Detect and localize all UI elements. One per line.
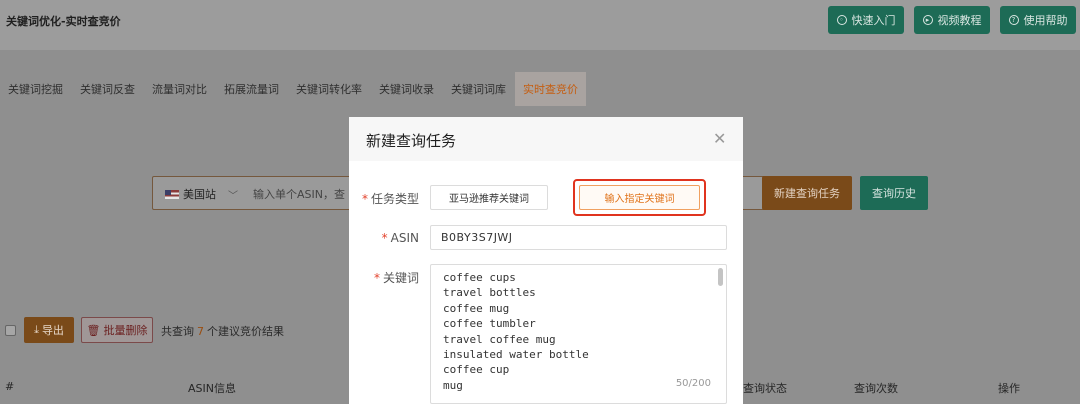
tab-traffic-compare[interactable]: 流量词对比 [152, 71, 207, 106]
circle-icon: ◦ [836, 15, 847, 25]
result-count: 7 [197, 325, 204, 338]
specified-keywords-button[interactable]: 输入指定关键词 [579, 185, 700, 210]
tab-bar: 关键词挖掘 关键词反查 流量词对比 拓展流量词 关键词转化率 关键词收录 关键词… [0, 71, 1080, 106]
required-mark: * [373, 271, 380, 285]
batch-delete-label: 批量删除 [103, 324, 148, 337]
modal-header: 新建查询任务 ✕ [349, 117, 743, 161]
keyword-line: coffee mug [443, 301, 510, 315]
batch-delete-button[interactable]: 🗑 批量删除 [81, 317, 153, 343]
textarea-scrollbar[interactable] [718, 268, 723, 286]
close-icon[interactable]: ✕ [713, 129, 726, 148]
keyword-line: coffee cups [443, 271, 516, 284]
keyword-line: coffee cup [443, 363, 510, 377]
asin-search-input[interactable]: 输入单个ASIN，查 [253, 186, 345, 202]
column-header-status: 查询状态 [743, 382, 787, 395]
required-mark: * [381, 231, 388, 245]
help-button[interactable]: ? 使用帮助 [1000, 6, 1076, 34]
us-flag-icon [165, 189, 179, 199]
play-icon: ▸ [922, 15, 933, 25]
help-icon: ? [1008, 15, 1019, 25]
help-label: 使用帮助 [1023, 14, 1068, 27]
export-button[interactable]: ⤓ 导出 [24, 317, 74, 343]
top-bar: 关键词优化-实时查竞价 ◦ 快速入门 ▸ 视频教程 ? 使用帮助 [0, 0, 1080, 50]
keyword-textarea[interactable]: coffee cups travel bottles coffee mug co… [430, 264, 727, 404]
asin-input[interactable]: B0BY3S7JWJ [430, 225, 727, 250]
asin-label-text: ASIN [390, 231, 419, 245]
tab-keyword-index[interactable]: 关键词收录 [379, 71, 434, 106]
chevron-down-icon: ﹀ [228, 190, 238, 202]
site-select-label: 美国站 [183, 188, 216, 201]
app-title: 关键词优化-实时查竞价 [6, 15, 121, 28]
video-tutorial-button[interactable]: ▸ 视频教程 [914, 6, 990, 34]
column-header-count: 查询次数 [854, 382, 898, 395]
tab-expand-traffic[interactable]: 拓展流量词 [224, 71, 279, 106]
export-label: 导出 [41, 324, 64, 337]
asin-label: * ASIN [359, 231, 419, 245]
keyword-label: * 关键词 [359, 269, 419, 286]
keyword-line: mug [443, 378, 463, 392]
result-summary: 共查询 7 个建议竞价结果 [161, 323, 284, 339]
tab-keyword-mining[interactable]: 关键词挖掘 [8, 71, 63, 106]
tab-realtime-bid[interactable]: 实时查竞价 [515, 71, 586, 106]
keyword-count: 50/200 [675, 378, 711, 389]
keyword-line: travel bottles [443, 286, 536, 300]
task-type-label: * 任务类型 [359, 190, 419, 207]
select-all-checkbox[interactable] [5, 325, 16, 336]
keyword-list: coffee cups travel bottles coffee mug co… [443, 270, 589, 393]
keyword-line: coffee tumbler [443, 317, 536, 331]
new-task-modal: 新建查询任务 ✕ * 任务类型 亚马逊推荐关键词 输入指定关键词 * ASIN B0… [349, 117, 743, 404]
column-header-actions: 操作 [998, 382, 1020, 395]
video-tutorial-label: 视频教程 [937, 14, 982, 27]
site-select[interactable]: 美国站 ﹀ [165, 186, 238, 202]
quick-start-label: 快速入门 [851, 14, 896, 27]
tab-keyword-library[interactable]: 关键词词库 [451, 71, 506, 106]
result-prefix: 共查询 [161, 325, 194, 338]
modal-title: 新建查询任务 [366, 132, 457, 150]
trash-icon: 🗑 [86, 323, 101, 337]
query-history-button[interactable]: 查询历史 [860, 176, 928, 210]
keyword-label-text: 关键词 [382, 271, 419, 285]
task-type-label-text: 任务类型 [370, 192, 419, 206]
amazon-recommended-keywords-button[interactable]: 亚马逊推荐关键词 [430, 185, 548, 210]
result-suffix: 个建议竞价结果 [207, 325, 284, 338]
tab-keyword-reverse[interactable]: 关键词反查 [80, 71, 135, 106]
required-mark: * [361, 192, 368, 206]
column-header-asin: ASIN信息 [188, 382, 236, 395]
tab-conversion-rate[interactable]: 关键词转化率 [296, 71, 362, 106]
quick-start-button[interactable]: ◦ 快速入门 [828, 6, 904, 34]
keyword-line: travel coffee mug [443, 332, 556, 346]
new-task-button[interactable]: 新建查询任务 [762, 176, 852, 210]
column-header-index: # [5, 380, 15, 393]
download-icon: ⤓ [34, 323, 39, 336]
keyword-line: insulated water bottle [443, 348, 589, 362]
